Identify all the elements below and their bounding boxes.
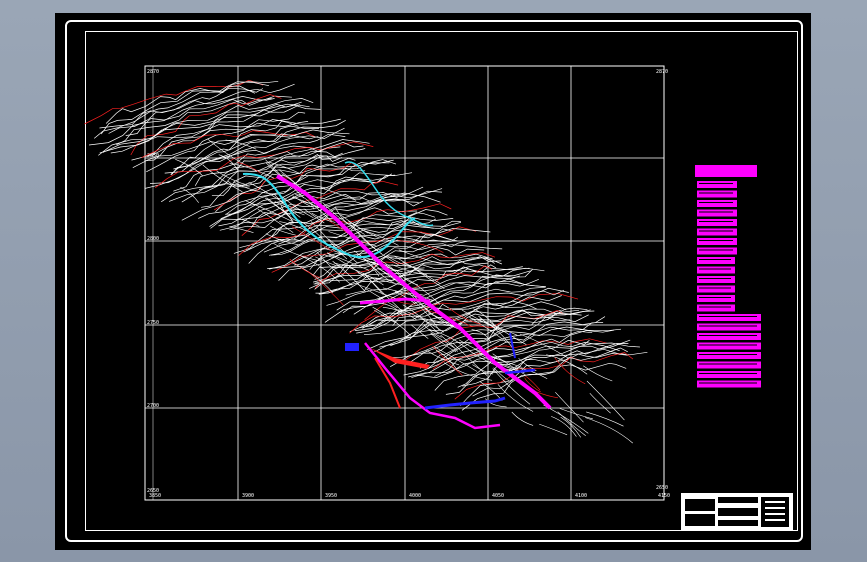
legend-row	[697, 181, 737, 188]
grid-label-x: 4100	[575, 493, 587, 499]
contour-line	[554, 357, 586, 385]
legend-row-divider	[699, 259, 731, 260]
legend-row-divider	[699, 202, 733, 203]
legend-panel	[695, 165, 761, 388]
grid-label-x: 4050	[492, 493, 504, 499]
water-blue-lower	[424, 396, 506, 410]
contour-line	[354, 278, 539, 331]
grid-label-y: 2650	[147, 488, 159, 494]
grid-label-x: 4000	[409, 493, 421, 499]
grid-label-right: 2870	[656, 69, 668, 75]
grid-label-x: 4150	[658, 493, 670, 499]
legend-row-divider	[699, 363, 757, 365]
legend-row-divider	[699, 306, 731, 308]
road-magenta-branch	[359, 297, 431, 305]
legend-row-divider	[699, 211, 733, 213]
contour-line	[374, 310, 595, 353]
legend-row	[697, 200, 737, 207]
legend-row-divider	[699, 230, 733, 232]
contour-line	[539, 423, 568, 436]
legend-row	[697, 247, 737, 255]
contour-lines	[84, 79, 648, 444]
legend-row	[697, 304, 735, 312]
contour-line	[585, 417, 633, 444]
legend-row	[697, 266, 735, 274]
contour-line	[211, 152, 343, 197]
legend-row	[697, 228, 737, 236]
legend-row-divider	[699, 192, 733, 194]
contour-line	[511, 411, 534, 426]
legend-row	[697, 323, 761, 331]
contour-line	[100, 81, 270, 135]
legend-row-divider	[699, 249, 733, 251]
legend-row-divider	[699, 325, 757, 327]
legend-row	[697, 238, 737, 245]
legend-row-divider	[699, 268, 731, 270]
legend-row-divider	[699, 373, 757, 374]
contour-line	[454, 352, 634, 400]
topographic-map-canvas: 3850 3900 3950 4000 4050 4100 4150287028502800…	[84, 65, 793, 531]
water-blue-pond	[345, 343, 359, 351]
legend-row	[697, 361, 761, 369]
contour-line	[430, 332, 456, 349]
legend-row-divider	[699, 287, 731, 289]
legend-row-divider	[699, 278, 731, 279]
legend-header	[695, 165, 757, 177]
legend-row	[697, 333, 761, 340]
legend-row-divider	[699, 335, 757, 336]
contour-line	[480, 381, 503, 401]
contour-line	[555, 391, 584, 423]
contour-line	[557, 411, 586, 437]
contour-line	[589, 393, 611, 414]
contour-line	[586, 411, 624, 427]
legend-row	[697, 190, 737, 198]
grid-label-right: 2650	[656, 485, 668, 491]
grid-label-y: 2700	[147, 403, 159, 409]
legend-row	[697, 380, 761, 388]
grid-label-y: 2800	[147, 236, 159, 242]
contour-line	[342, 281, 547, 314]
legend-row	[697, 276, 735, 283]
grid-label-y: 2870	[147, 69, 159, 75]
legend-row	[697, 352, 761, 359]
contour-line	[161, 139, 370, 203]
coordinate-grid: 3850 3900 3950 4000 4050 4100 4150287028502800…	[144, 65, 670, 501]
legend-row-divider	[699, 221, 733, 222]
contour-line	[583, 365, 613, 382]
contour-line	[315, 256, 340, 267]
title-block	[681, 493, 793, 531]
legend-row-divider	[699, 240, 733, 241]
legend-row-divider	[699, 344, 757, 346]
legend-row-divider	[699, 382, 757, 384]
legend-row	[697, 371, 761, 378]
legend-row	[697, 209, 737, 217]
contour-line	[430, 333, 457, 353]
grid-label-y: 2750	[147, 320, 159, 326]
legend-row	[697, 219, 737, 226]
legend-row-divider	[699, 316, 757, 317]
legend-row	[697, 257, 735, 264]
grid-label-x: 3950	[325, 493, 337, 499]
grid-label-x: 3900	[242, 493, 254, 499]
legend-row	[697, 295, 735, 302]
legend-row-divider	[699, 183, 733, 184]
legend-row-divider	[699, 297, 731, 298]
legend-row	[697, 314, 761, 321]
legend-row-divider	[699, 354, 757, 355]
contour-line	[432, 345, 463, 376]
legend-row	[697, 285, 735, 293]
contour-line	[324, 267, 545, 323]
cad-viewport[interactable]: 3850 3900 3950 4000 4050 4100 4150 2870 2850 2800…	[55, 13, 811, 550]
legend-row	[697, 342, 761, 350]
